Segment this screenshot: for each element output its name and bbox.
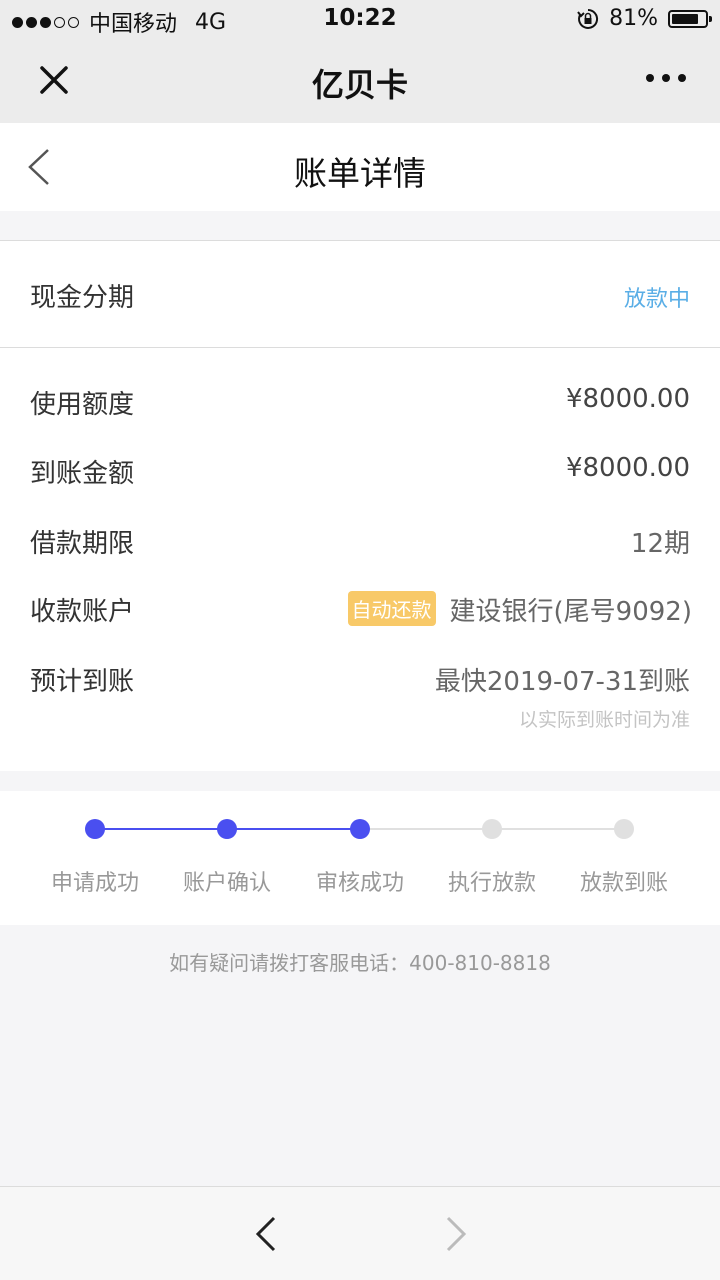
battery-percent: 81% [609, 6, 658, 31]
detail-row-received-amount: 到账金额 ¥8000.00 [0, 453, 720, 503]
step-dot-4 [482, 819, 502, 839]
detail-key: 预计到账 [30, 667, 135, 697]
detail-row-loan-term: 借款期限 12期 [0, 523, 720, 573]
step-label: 账户确认 [182, 871, 271, 896]
browser-forward-icon[interactable] [444, 1215, 468, 1253]
browser-toolbar [0, 1186, 720, 1280]
rotation-lock-icon [577, 8, 599, 29]
step-label: 执行放款 [447, 871, 536, 896]
detail-value: 建设银行(尾号9092) [449, 597, 692, 627]
step-dot-3 [350, 819, 370, 839]
loan-type-label: 现金分期 [30, 283, 135, 313]
detail-key: 借款期限 [30, 529, 135, 559]
webview-nav-bar: 亿贝卡 [0, 40, 720, 123]
arrival-note: 以实际到账时间为准 [518, 709, 690, 731]
detail-value: ¥8000.00 [565, 453, 690, 483]
step-label: 审核成功 [315, 871, 404, 896]
browser-back-icon[interactable] [254, 1215, 278, 1253]
progress-tracker: 申请成功 账户确认 审核成功 执行放款 放款到账 [0, 791, 720, 925]
detail-value: 最快2019-07-31到账 [434, 667, 690, 697]
bill-detail-card: 使用额度 ¥8000.00 到账金额 ¥8000.00 借款期限 12期 收款账… [0, 348, 720, 771]
detail-key: 到账金额 [30, 459, 135, 489]
customer-service-hotline[interactable]: 如有疑问请拨打客服电话：400-810-8818 [0, 947, 720, 976]
step-label: 申请成功 [50, 871, 139, 896]
webview-title: 亿贝卡 [311, 66, 408, 104]
detail-row-credit-used: 使用额度 ¥8000.00 [0, 384, 720, 434]
loan-type-card: 现金分期 放款中 [0, 240, 720, 348]
page-header: 账单详情 [0, 123, 720, 211]
battery-icon [668, 9, 712, 28]
step-dot-1 [85, 819, 105, 839]
detail-row-receiving-account: 收款账户 自动还款 建设银行(尾号9092) [0, 591, 720, 641]
more-options-icon[interactable] [646, 74, 686, 82]
detail-key: 收款账户 [30, 597, 135, 627]
detail-value-wrapper: 自动还款 建设银行(尾号9092) [347, 591, 692, 628]
detail-value: 12期 [630, 529, 690, 559]
page-title: 账单详情 [294, 154, 426, 193]
loan-status-text: 放款中 [623, 287, 690, 312]
step-label: 放款到账 [579, 871, 668, 896]
detail-key: 使用额度 [30, 390, 135, 420]
auto-repay-badge: 自动还款 [347, 591, 436, 626]
detail-row-estimated-arrival: 预计到账 最快2019-07-31到账 [0, 661, 720, 711]
status-bar: 中国移动 4G 10:22 81% [0, 0, 720, 40]
step-dot-5 [614, 819, 634, 839]
step-dot-2 [217, 819, 237, 839]
detail-value: ¥8000.00 [565, 384, 690, 414]
